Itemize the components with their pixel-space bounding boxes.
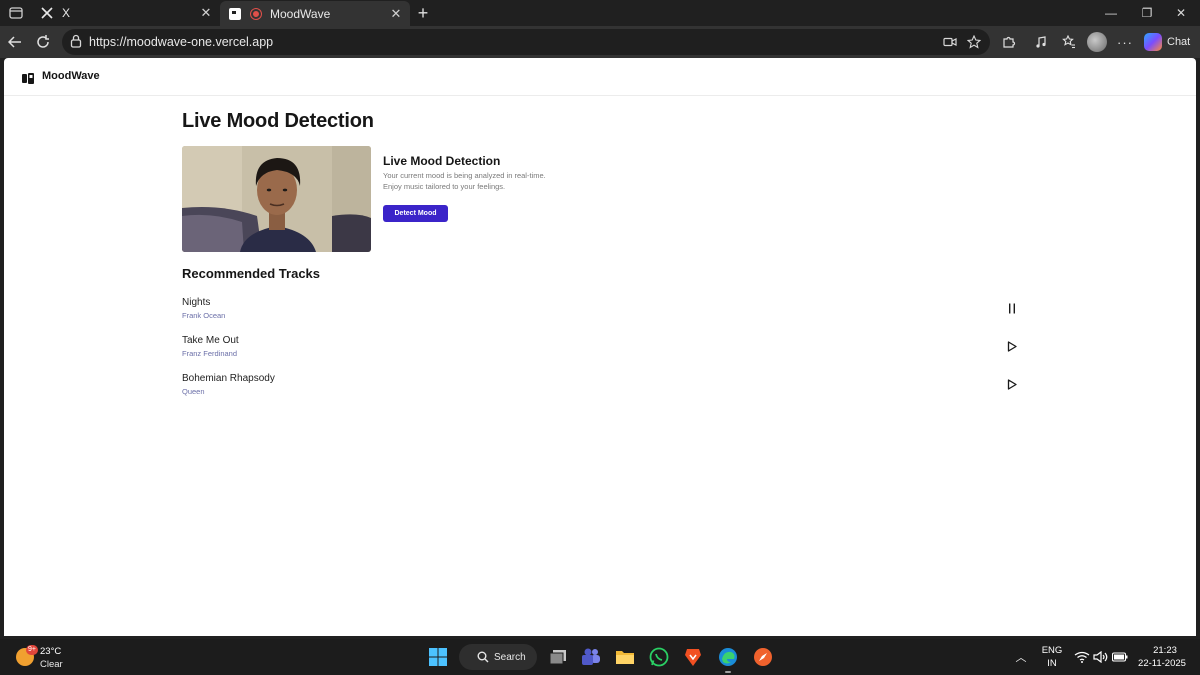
clock-time[interactable]: 21:23: [1140, 645, 1190, 656]
tab-strip: X ✕ MoodWave ✕ + — ❐ ✕: [0, 0, 1200, 26]
teams-icon: [582, 648, 600, 665]
moodwave-logo-icon: [228, 7, 242, 21]
track-row[interactable]: Nights Frank Ocean: [182, 297, 1032, 327]
weather-widget[interactable]: 9+ 23°C Clear: [16, 643, 96, 671]
site-info-icon[interactable]: [70, 34, 82, 53]
url-text[interactable]: https://moodwave-one.vercel.app: [89, 35, 273, 49]
app-header: MoodWave: [4, 58, 1196, 96]
recommended-tracks-heading: Recommended Tracks: [182, 266, 321, 281]
active-app-indicator: [725, 671, 731, 673]
language-region[interactable]: IN: [1040, 658, 1064, 669]
track-name: Take Me Out: [182, 335, 239, 346]
taskbar-search[interactable]: Search: [459, 644, 537, 670]
back-button[interactable]: [4, 32, 26, 52]
detection-description: Your current mood is being analyzed in r…: [383, 171, 546, 180]
task-view-button[interactable]: [546, 645, 570, 669]
clock-date[interactable]: 22-11-2025: [1134, 658, 1190, 669]
track-artist: Queen: [182, 387, 205, 396]
brave-app[interactable]: [681, 645, 705, 669]
tab-x[interactable]: X ✕: [32, 0, 220, 26]
media-control-button[interactable]: [1030, 32, 1052, 52]
browser-toolbar: https://moodwave-one.vercel.app ··· Chat: [0, 26, 1200, 58]
search-label: Search: [494, 651, 526, 663]
language-code[interactable]: ENG: [1040, 645, 1064, 656]
browser-app[interactable]: [751, 645, 775, 669]
minimize-button[interactable]: —: [1096, 3, 1126, 23]
tab-actions-icon: [9, 7, 23, 19]
play-icon: [1007, 378, 1017, 390]
copilot-icon: [1144, 33, 1162, 51]
windows-logo-icon: [429, 648, 447, 666]
more-dots-icon: ···: [1117, 34, 1133, 50]
weather-condition: Clear: [40, 659, 63, 670]
edge-app[interactable]: [716, 645, 740, 669]
close-window-button[interactable]: ✕: [1166, 3, 1196, 23]
pause-icon: [1009, 303, 1015, 313]
extensions-button[interactable]: [998, 32, 1020, 52]
whatsapp-app[interactable]: [647, 645, 671, 669]
windows-taskbar: 9+ 23°C Clear Search ︿ ENG IN 21:23 22-1…: [0, 639, 1200, 675]
search-icon: [477, 651, 489, 663]
puzzle-icon: [1003, 36, 1016, 48]
compass-icon: [754, 648, 772, 666]
play-button[interactable]: [1004, 338, 1020, 354]
battery-button[interactable]: [1108, 645, 1132, 669]
page-title: Live Mood Detection: [182, 110, 374, 132]
close-tab-icon[interactable]: ✕: [198, 5, 214, 21]
tab-actions-button[interactable]: [6, 4, 26, 22]
close-tab-icon[interactable]: ✕: [388, 6, 404, 22]
notification-badge: 9+: [26, 645, 38, 655]
start-button[interactable]: [426, 645, 450, 669]
whatsapp-icon: [649, 647, 669, 667]
address-bar[interactable]: https://moodwave-one.vercel.app: [62, 29, 990, 55]
x-logo-icon: [40, 6, 54, 20]
pause-button[interactable]: [1004, 300, 1020, 316]
folder-icon: [616, 651, 634, 664]
music-note-icon: [1036, 36, 1046, 48]
speaker-icon: [1093, 651, 1108, 663]
play-icon: [1007, 340, 1017, 352]
play-button[interactable]: [1004, 376, 1020, 392]
battery-icon: [1112, 652, 1128, 662]
track-artist: Frank Ocean: [182, 311, 226, 320]
refresh-button[interactable]: [32, 32, 54, 52]
track-artist: Franz Ferdinand: [182, 349, 238, 358]
detection-card-title: Live Mood Detection: [383, 154, 501, 168]
brand-name[interactable]: MoodWave: [42, 70, 100, 82]
refresh-icon: [37, 35, 49, 48]
track-name: Nights: [182, 297, 211, 308]
tab-title: X: [62, 6, 71, 20]
chat-label: Chat: [1167, 36, 1191, 48]
new-tab-button[interactable]: +: [414, 3, 432, 23]
detect-mood-button[interactable]: Detect Mood: [383, 205, 448, 222]
favorites-button[interactable]: [1058, 32, 1080, 52]
recording-icon: [250, 7, 262, 20]
webcam-feed: [182, 146, 371, 252]
show-hidden-icons-button[interactable]: ︿: [1009, 645, 1033, 669]
detection-description: Enjoy music tailored to your feelings.: [383, 182, 506, 191]
tab-title: MoodWave: [270, 6, 331, 21]
restore-button[interactable]: ❐: [1132, 3, 1162, 23]
track-row[interactable]: Bohemian Rhapsody Queen: [182, 373, 1032, 403]
camera-in-use-icon[interactable]: [941, 34, 959, 50]
teams-app[interactable]: [579, 645, 603, 669]
task-view-icon: [549, 650, 566, 665]
wifi-icon: [1074, 651, 1090, 663]
moodwave-logo-icon: [22, 71, 34, 84]
favorite-star-icon[interactable]: [965, 34, 983, 50]
track-row[interactable]: Take Me Out Franz Ferdinand: [182, 335, 1032, 365]
back-arrow-icon: [8, 36, 21, 48]
favorites-list-icon: [1062, 35, 1075, 49]
weather-temp: 23°C: [40, 646, 62, 657]
file-explorer-app[interactable]: [613, 645, 637, 669]
copilot-chat-button[interactable]: Chat: [1144, 30, 1196, 54]
tab-moodwave[interactable]: MoodWave ✕: [220, 1, 410, 26]
edge-icon: [719, 648, 737, 666]
profile-avatar[interactable]: [1087, 32, 1107, 52]
page-viewport: MoodWave Live Mood Detection Live Mood D…: [4, 58, 1196, 636]
track-name: Bohemian Rhapsody: [182, 373, 275, 384]
settings-menu-button[interactable]: ···: [1114, 32, 1136, 52]
chevron-up-icon: ︿: [1015, 652, 1027, 664]
brave-lion-icon: [685, 649, 701, 666]
